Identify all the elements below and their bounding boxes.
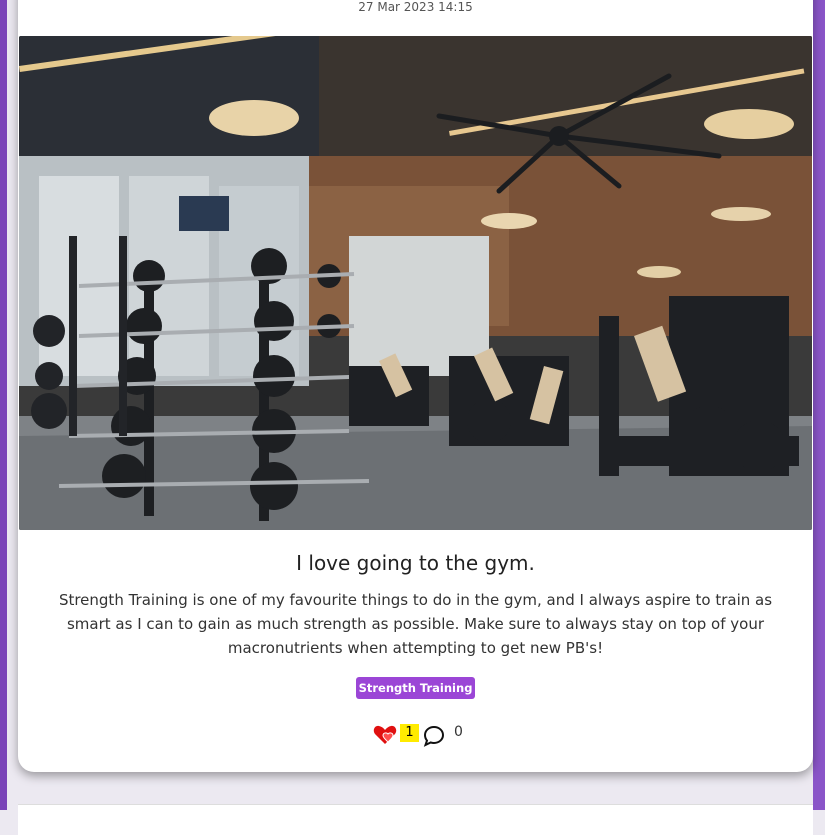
background-frame-right <box>813 0 825 810</box>
post-actions: 1 0 <box>18 722 813 748</box>
post-body: Strength Training is one of my favourite… <box>58 591 773 657</box>
post-title: I love going to the gym. <box>296 551 535 575</box>
heart-icon[interactable] <box>373 724 399 746</box>
comment-count: 0 <box>454 724 463 740</box>
post-image <box>19 36 812 530</box>
tag-badge[interactable]: Strength Training <box>356 677 475 699</box>
speech-bubble-icon[interactable] <box>423 725 445 747</box>
background-frame-left <box>0 0 7 810</box>
next-post-card <box>18 804 813 835</box>
like-count: 1 <box>400 724 419 742</box>
post-card: 27 Mar 2023 14:15 I love going to the gy… <box>18 0 813 772</box>
post-timestamp: 27 Mar 2023 14:15 <box>358 0 473 14</box>
